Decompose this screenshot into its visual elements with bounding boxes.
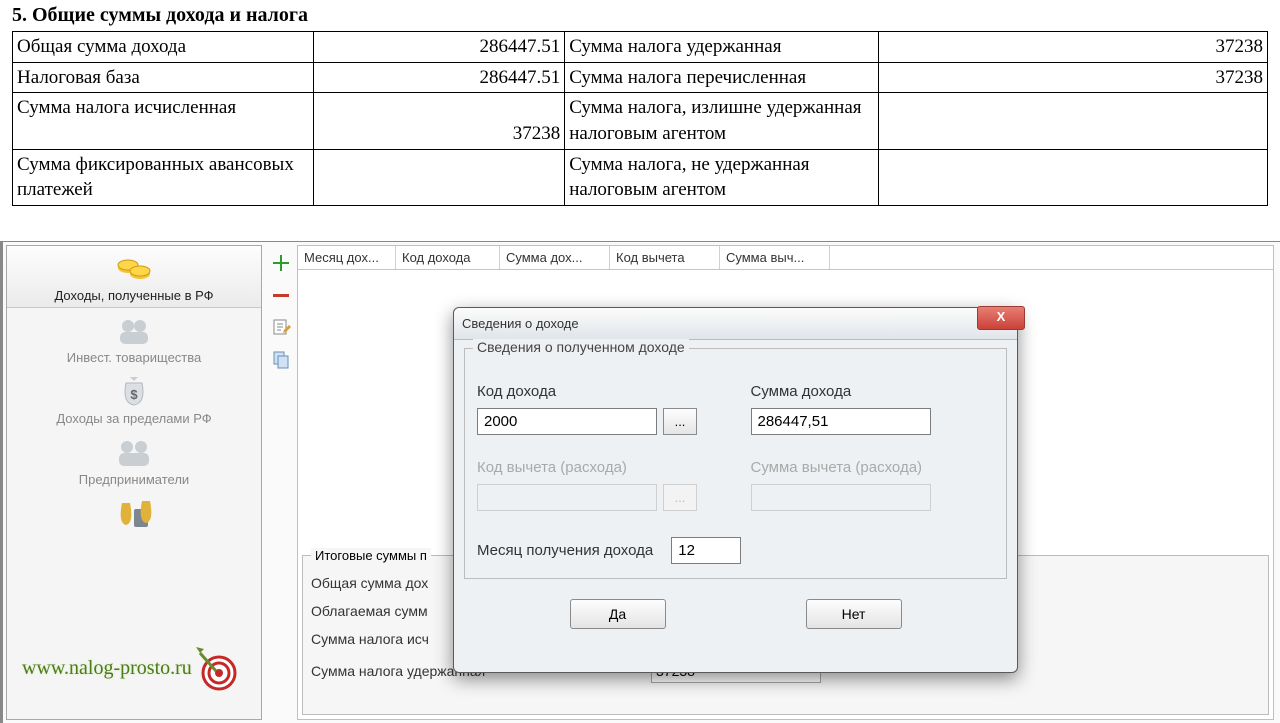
sidebar-item-entrepreneurs[interactable]: Предприниматели — [7, 430, 261, 491]
cell-value — [314, 149, 565, 205]
watermark: www.nalog-prosto.ru — [22, 643, 244, 693]
deduct-amount-label: Сумма вычета (расхода) — [751, 459, 995, 476]
col-deduct-amount[interactable]: Сумма выч... — [720, 246, 830, 269]
cell-label: Налоговая база — [13, 62, 314, 93]
tax-summary-table: Общая сумма дохода 286447.51 Сумма налог… — [12, 31, 1268, 206]
deduct-code-input — [477, 484, 657, 511]
code-label: Код дохода — [477, 383, 721, 400]
deduct-code-label: Код вычета (расхода) — [477, 459, 721, 476]
income-code-input[interactable] — [477, 408, 657, 435]
no-button[interactable]: Нет — [806, 599, 902, 629]
sidebar-item-label: Доходы за пределами РФ — [56, 411, 211, 426]
doc-section: 5. Общие суммы дохода и налога Общая сум… — [0, 0, 1280, 206]
cell-label: Сумма налога, излишне удержанная налогов… — [565, 93, 879, 149]
coins-icon — [114, 252, 154, 286]
svg-text:$: $ — [130, 387, 138, 402]
month-label: Месяц получения дохода — [477, 542, 653, 559]
cell-value: 37238 — [314, 93, 565, 149]
sidebar-item-label: Доходы, полученные в РФ — [54, 288, 213, 303]
cell-label: Общая сумма дохода — [13, 32, 314, 63]
dialog-title: Сведения о доходе — [462, 316, 579, 331]
col-amount[interactable]: Сумма дох... — [500, 246, 610, 269]
income-amount-input[interactable] — [751, 408, 931, 435]
cell-label: Сумма фиксированных авансовых платежей — [13, 149, 314, 205]
list-toolbar — [265, 242, 297, 723]
cell-label: Сумма налога перечисленная — [565, 62, 879, 93]
remove-button[interactable] — [269, 284, 293, 306]
calc-bags-icon — [114, 497, 154, 531]
cell-value: 286447.51 — [314, 32, 565, 63]
dialog-close-button[interactable]: X — [977, 306, 1025, 330]
cell-value — [878, 93, 1267, 149]
add-button[interactable] — [269, 252, 293, 274]
income-fieldset: Сведения о полученном доходе Код дохода … — [464, 348, 1007, 579]
col-deduct-code[interactable]: Код вычета — [610, 246, 720, 269]
watermark-text: www.nalog-prosto.ru — [22, 657, 192, 680]
target-icon — [194, 643, 244, 693]
cell-value: 37238 — [878, 32, 1267, 63]
cell-label: Сумма налога, не удержанная налоговым аг… — [565, 149, 879, 205]
moneybag-icon: $ — [114, 375, 154, 409]
cell-value: 286447.51 — [314, 62, 565, 93]
dialog-title-bar[interactable]: Сведения о доходе X — [454, 308, 1017, 340]
people-icon — [114, 436, 154, 470]
sidebar-item-income-rf[interactable]: Доходы, полученные в РФ — [7, 246, 261, 308]
sidebar-item-invest[interactable]: Инвест. товарищества — [7, 308, 261, 369]
partners-icon — [114, 314, 154, 348]
amount-label: Сумма дохода — [751, 383, 995, 400]
col-month[interactable]: Месяц дох... — [298, 246, 396, 269]
sidebar-item-label: Инвест. товарищества — [67, 350, 202, 365]
sidebar-item-abroad[interactable]: $ Доходы за пределами РФ — [7, 369, 261, 430]
deduct-amount-input — [751, 484, 931, 511]
cell-label: Сумма налога исчисленная — [13, 93, 314, 149]
code-lookup-button[interactable]: ... — [663, 408, 697, 435]
copy-button[interactable] — [269, 348, 293, 370]
month-input[interactable] — [671, 537, 741, 564]
cell-value: 37238 — [878, 62, 1267, 93]
deduct-lookup-button: ... — [663, 484, 697, 511]
sidebar-item-label: Предприниматели — [79, 472, 189, 487]
edit-button[interactable] — [269, 316, 293, 338]
income-dialog: Сведения о доходе X Сведения о полученно… — [453, 307, 1018, 673]
section-title: 5. Общие суммы дохода и налога — [12, 4, 1268, 27]
cell-value — [878, 149, 1267, 205]
sidebar-item-calc[interactable] — [7, 491, 261, 537]
col-code[interactable]: Код дохода — [396, 246, 500, 269]
yes-button[interactable]: Да — [570, 599, 666, 629]
summary-title: Итоговые суммы п — [311, 548, 431, 563]
fieldset-legend: Сведения о полученном доходе — [473, 339, 689, 355]
grid-header: Месяц дох... Код дохода Сумма дох... Код… — [298, 246, 1273, 270]
cell-label: Сумма налога удержанная — [565, 32, 879, 63]
